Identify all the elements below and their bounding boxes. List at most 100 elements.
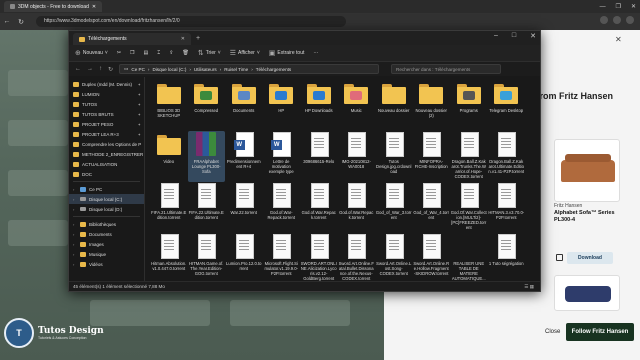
forward-arrow-icon[interactable]: → xyxy=(87,66,93,72)
folder-item[interactable]: HP Downloads xyxy=(300,80,338,131)
sidebar-item[interactable]: › Documents xyxy=(69,229,144,239)
share-icon[interactable]: ⇪ xyxy=(169,50,173,56)
file-item[interactable]: IMG-20210812-WA0018 xyxy=(338,131,376,182)
breadcrumb-item[interactable]: Téléchargements xyxy=(256,67,292,72)
sidebar-item[interactable]: › Bibliothèques xyxy=(69,219,144,229)
file-item[interactable]: Sword.Art.Online.Fatal.Bullet.Dissonance… xyxy=(338,233,376,283)
file-item[interactable]: Tutos Design.jpg.crdownload xyxy=(375,131,413,182)
search-input[interactable]: Rechercher dans : Téléchargements xyxy=(391,64,502,74)
breadcrumb[interactable]: ▭ Ce PC › Disque local (C:) › Utilisateurs… xyxy=(119,64,380,74)
file-item[interactable]: W Predimensionnement R+4 xyxy=(225,131,263,182)
file-item[interactable]: God.of.War-Repack.torrent xyxy=(263,182,301,233)
url-field[interactable]: https://www.3dmodelspot.com/en/download/… xyxy=(36,16,346,27)
view-toggle-icon[interactable]: ☰ ▦ xyxy=(524,282,534,292)
product-card[interactable] xyxy=(554,139,620,202)
folder-item[interactable]: Music xyxy=(338,80,376,131)
file-item[interactable]: War.22.torrent xyxy=(225,182,263,233)
close-window-button[interactable]: ✕ xyxy=(631,3,636,10)
chevron-right-icon[interactable]: › xyxy=(73,262,77,267)
file-item[interactable]: Hitman.Absolution.v1.0.447.0.torrent xyxy=(150,233,188,283)
file-item[interactable]: Microsoft.Flight.Simulator.v1.19.9.0-P2P… xyxy=(263,233,301,283)
file-item[interactable]: FRAAlphabet Lounge PL300-Sofa xyxy=(187,131,225,182)
sidebar-item[interactable]: › Vidéos xyxy=(69,259,144,269)
profile-icon[interactable] xyxy=(626,16,634,24)
breadcrumb-item[interactable]: Ce PC xyxy=(131,67,145,72)
view-button[interactable]: ☰ Afficher ˅ xyxy=(230,49,260,57)
breadcrumb-item[interactable]: Ruisel Time xyxy=(224,67,248,72)
more-options-icon[interactable]: ··· xyxy=(313,50,318,56)
rename-icon[interactable]: ⌶ xyxy=(157,50,160,56)
file-item[interactable]: Sword.Art.Online.Re.Hollow.Fragment-SKID… xyxy=(413,233,451,283)
sidebar-item[interactable]: TUTOS BRUTS ✦ xyxy=(69,109,144,119)
minimize-button[interactable]: – xyxy=(494,32,498,40)
sidebar-item[interactable]: TUTOS ✦ xyxy=(69,99,144,109)
file-item[interactable]: REALISER UNE TABLE DE MATIERE AUTOMATIQU… xyxy=(450,233,488,283)
extension-icon[interactable] xyxy=(613,16,621,24)
breadcrumb-item[interactable]: Utilisateurs xyxy=(194,67,217,72)
sidebar-item[interactable]: DOC xyxy=(69,169,144,179)
folder-item[interactable]: Documents xyxy=(225,80,263,131)
sidebar-item[interactable]: › Musique xyxy=(69,249,144,259)
folder-item[interactable]: Compressed xyxy=(188,80,226,131)
sidebar-item[interactable]: › Disque local (C:) xyxy=(69,194,144,204)
new-button[interactable]: ⊕ Nouveau ˅ xyxy=(75,49,108,57)
file-item[interactable]: FIFA.22.Ultimate.Edition.torrent xyxy=(188,182,226,233)
file-item[interactable]: Lumion.Pro.12.0.torrent xyxy=(225,233,263,283)
sort-button[interactable]: ⇅ Trier ˅ xyxy=(198,49,221,57)
folder-item[interactable]: Programs xyxy=(450,80,488,131)
product-name[interactable]: Alphabet Sofa™ Series PL300-4 xyxy=(554,210,624,224)
sidebar-item[interactable]: PROJET LEA R+3 ✦ xyxy=(69,129,144,139)
back-arrow-icon[interactable]: ← xyxy=(0,18,14,25)
file-item[interactable]: God.Of.War.Collection.[MULTi2]-[PC]FREEZ… xyxy=(450,182,488,233)
file-item[interactable]: W Lettre de motivation exemple type xyxy=(263,131,301,182)
chevron-right-icon[interactable]: › xyxy=(73,187,77,192)
back-arrow-icon[interactable]: ← xyxy=(75,66,81,72)
delete-icon[interactable]: 🗑 xyxy=(182,50,188,56)
maximize-button[interactable]: ❐ xyxy=(616,3,621,10)
file-item[interactable]: SWORD.ART.ONLINE.Alicization.Lycoris.v2.… xyxy=(300,233,338,283)
file-item[interactable]: HITMAN.3.v3.70.0-P2P.torrent xyxy=(488,182,526,233)
sidebar-item[interactable]: › Images xyxy=(69,239,144,249)
sidebar-item[interactable]: Duplex (mdd (M. Dennis) ✦ xyxy=(69,79,144,89)
chevron-right-icon[interactable]: › xyxy=(73,222,77,227)
explorer-tab[interactable]: Téléchargements ✕ xyxy=(73,33,191,45)
chevron-right-icon[interactable]: › xyxy=(73,197,77,202)
copy-icon[interactable]: ❐ xyxy=(130,50,134,56)
close-window-button[interactable]: ✕ xyxy=(530,32,536,40)
follow-button[interactable]: Follow Fritz Hansen xyxy=(566,323,634,341)
new-tab-icon[interactable]: + xyxy=(196,35,200,42)
file-item[interactable]: God_of_War_3.torrent xyxy=(375,182,413,233)
file-item[interactable]: HITMAN.Game.of.The.Year.Edition-GOG.torr… xyxy=(188,233,226,283)
file-item[interactable]: 309686615-Relo xyxy=(300,131,338,182)
sidebar-item[interactable]: ACTUALISATION xyxy=(69,159,144,169)
refresh-icon[interactable]: ↻ xyxy=(108,66,113,73)
chevron-right-icon[interactable]: › xyxy=(73,242,77,247)
download-button[interactable]: Download xyxy=(567,252,613,264)
folder-item[interactable]: BIBLIOS 3D SKETCHUP xyxy=(150,80,188,131)
file-item[interactable]: God_of_War_4.torrent xyxy=(413,182,451,233)
sidebar-item[interactable]: METHODE 2_ENREGISTRER V xyxy=(69,149,144,159)
sidebar-item[interactable]: Comprendre les Options de P✦ xyxy=(69,139,144,149)
chevron-right-icon[interactable]: › xyxy=(73,252,77,257)
browser-tab[interactable]: 3DM objects - Free to download ✕ xyxy=(4,1,103,12)
product-thumbnail[interactable] xyxy=(554,275,620,311)
close-icon[interactable]: ✕ xyxy=(181,36,185,42)
file-item[interactable]: Sword.Art.Online.Lost.Song-CODEX.torrent xyxy=(375,233,413,283)
chevron-right-icon[interactable]: › xyxy=(73,232,77,237)
close-button[interactable]: Close xyxy=(545,329,560,335)
sidebar-item[interactable]: PROJET PESO ✦ xyxy=(69,119,144,129)
file-item[interactable]: Dragon.Ball.Z.Kakarot.Ultimate.Edition.v… xyxy=(488,131,526,182)
folder-item[interactable]: Telegram Desktop xyxy=(488,80,526,131)
close-icon[interactable]: ✕ xyxy=(615,35,622,44)
file-item[interactable]: God.of.War.Repack.torrent xyxy=(300,182,338,233)
extract-all-button[interactable]: ▣ Extraire tout xyxy=(269,49,305,57)
extension-icon[interactable] xyxy=(600,16,608,24)
file-item[interactable]: 1 Tuto ségrégation xyxy=(488,233,526,283)
sidebar-item[interactable]: › Ce PC xyxy=(69,184,144,194)
chevron-right-icon[interactable]: › xyxy=(73,207,77,212)
maximize-button[interactable]: □ xyxy=(512,32,516,40)
folder-item[interactable]: Video xyxy=(150,131,188,182)
up-arrow-icon[interactable]: ↑ xyxy=(99,66,102,72)
file-item[interactable]: FIFA.21.Ultimate.Edition.torrent xyxy=(150,182,188,233)
sidebar-item[interactable]: LUMION ✦ xyxy=(69,89,144,99)
